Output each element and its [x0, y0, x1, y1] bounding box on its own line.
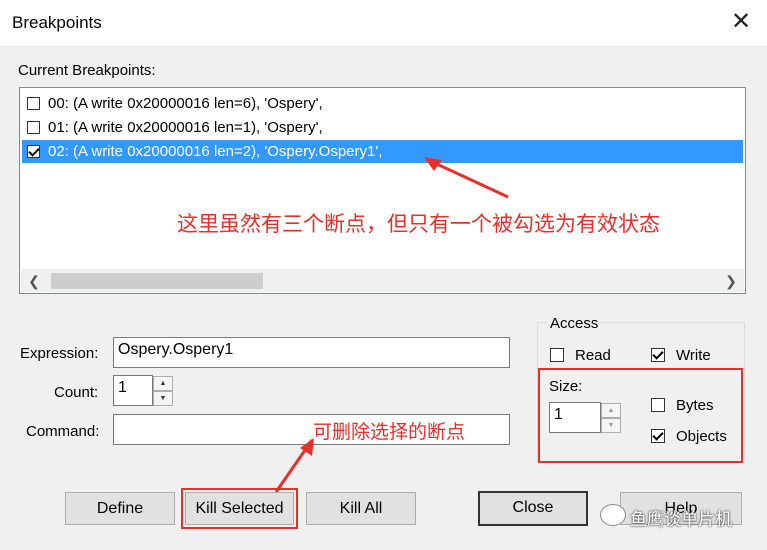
kill-annotation: 可删除选择的断点 [313, 421, 466, 443]
count-stepper[interactable]: ▲ ▼ [153, 376, 173, 406]
access-label: Access [548, 315, 601, 332]
expression-field[interactable]: Ospery.Ospery1 [113, 337, 510, 368]
list-item[interactable]: 01: (A write 0x20000016 len=1), 'Ospery'… [22, 116, 743, 139]
watermark-logo-icon [600, 504, 626, 526]
count-label: Count: [54, 384, 99, 401]
breakpoint-list[interactable]: 00: (A write 0x20000016 len=6), 'Ospery'… [19, 87, 746, 294]
title-bar: Breakpoints ✕ [0, 0, 767, 47]
expression-label: Expression: [20, 345, 99, 362]
write-checkbox[interactable] [651, 348, 665, 362]
command-label: Command: [26, 423, 100, 440]
breakpoint-text: 02: (A write 0x20000016 len=2), 'Ospery.… [48, 143, 383, 160]
breakpoint-checkbox[interactable] [27, 145, 40, 158]
size-stepper[interactable]: ▲ ▼ [601, 403, 621, 433]
spin-up-icon[interactable]: ▲ [601, 403, 621, 418]
spin-down-icon[interactable]: ▼ [153, 391, 173, 406]
breakpoint-text: 01: (A write 0x20000016 len=1), 'Ospery'… [48, 119, 323, 136]
close-button[interactable]: Close [478, 491, 588, 526]
size-field[interactable]: 1 [549, 402, 601, 433]
kill-selected-button[interactable]: Kill Selected [185, 492, 294, 525]
breakpoint-checkbox[interactable] [27, 121, 40, 134]
list-item-selected[interactable]: 02: (A write 0x20000016 len=2), 'Ospery.… [22, 140, 743, 163]
read-checkbox[interactable] [550, 348, 564, 362]
read-label: Read [575, 347, 611, 364]
annotation-arrow-icon [274, 438, 314, 493]
watermark: 鱼鹰谈单片机 [630, 510, 732, 529]
annotation-arrow-icon [424, 157, 509, 199]
close-icon[interactable]: ✕ [729, 10, 753, 34]
kill-all-button[interactable]: Kill All [306, 492, 416, 525]
spin-down-icon[interactable]: ▼ [601, 418, 621, 433]
scroll-right-icon[interactable]: ❯ [722, 272, 740, 290]
scroll-left-icon[interactable]: ❮ [25, 272, 43, 290]
count-field[interactable]: 1 [113, 375, 153, 406]
breakpoint-checkbox[interactable] [27, 97, 40, 110]
current-breakpoints-label: Current Breakpoints: [18, 62, 156, 79]
spin-up-icon[interactable]: ▲ [153, 376, 173, 391]
size-label: Size: [549, 378, 583, 395]
breakpoint-text: 00: (A write 0x20000016 len=6), 'Ospery'… [48, 95, 323, 112]
scroll-thumb[interactable] [51, 273, 263, 289]
list-item[interactable]: 00: (A write 0x20000016 len=6), 'Ospery'… [22, 92, 743, 115]
bytes-label: Bytes [676, 397, 714, 414]
bytes-checkbox[interactable] [651, 398, 665, 412]
write-label: Write [676, 347, 711, 364]
define-button[interactable]: Define [65, 492, 175, 525]
horizontal-scrollbar[interactable]: ❮ ❯ [21, 269, 744, 292]
objects-label: Objects [676, 428, 727, 445]
window-title: Breakpoints [12, 13, 102, 32]
list-annotation: 这里虽然有三个断点，但只有一个被勾选为有效状态 [177, 212, 660, 236]
objects-checkbox[interactable] [651, 429, 665, 443]
